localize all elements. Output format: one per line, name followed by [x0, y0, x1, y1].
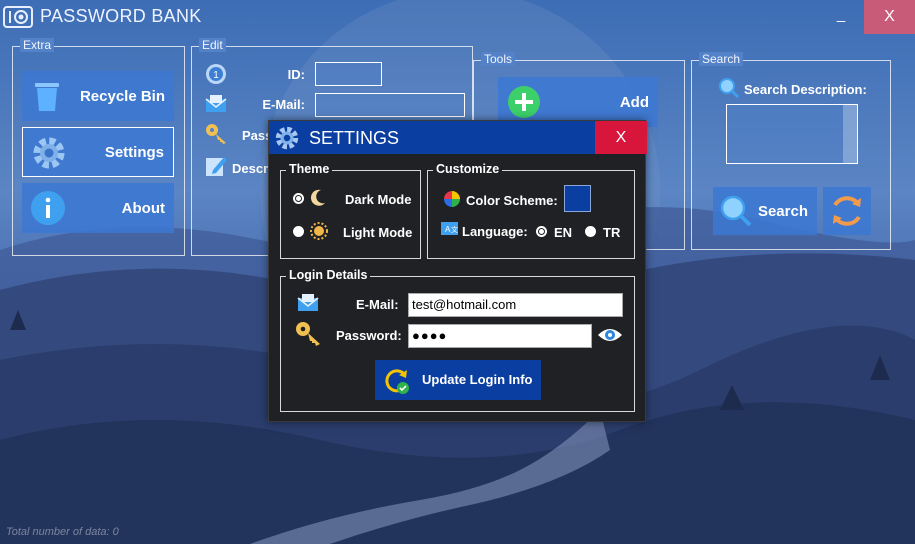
key-icon — [206, 124, 226, 144]
info-icon — [31, 191, 65, 225]
settings-title: SETTINGS — [309, 128, 400, 148]
color-scheme-swatch[interactable] — [564, 185, 591, 212]
total-count-status: Total number of data: 0 — [6, 526, 119, 538]
app-title: PASSWORD BANK — [40, 6, 202, 26]
search-button[interactable]: Search — [713, 187, 817, 235]
app-logo-icon — [3, 6, 33, 28]
dark-mode-label: Dark Mode — [345, 192, 412, 207]
extra-group: Extra Recycle Bin Settings About — [12, 38, 185, 256]
update-sync-icon — [385, 369, 409, 394]
search-group-title: Search — [699, 52, 744, 66]
minimize-button[interactable]: _ — [818, 0, 864, 34]
login-password-label: Password: — [336, 328, 402, 343]
description-label: Descri — [232, 161, 272, 176]
id-label: ID: — [287, 67, 305, 82]
trash-icon — [35, 83, 59, 111]
settings-gear-icon — [275, 126, 299, 150]
svg-text:文: 文 — [451, 225, 458, 234]
login-key-icon — [296, 322, 320, 346]
recycle-bin-label: Recycle Bin — [79, 87, 165, 105]
edit-group-title: Edit — [199, 38, 226, 52]
about-button[interactable]: About — [22, 183, 174, 233]
search-scrollbar[interactable] — [843, 105, 857, 163]
magnifier-icon — [720, 195, 752, 227]
customize-group: Customize Color Scheme: A 文 Language: EN… — [427, 162, 635, 259]
title-bar: PASSWORD BANK _ X — [0, 0, 915, 34]
theme-group-title: Theme — [286, 162, 333, 177]
language-icon: A 文 — [441, 222, 458, 235]
id-input[interactable] — [315, 62, 382, 86]
update-login-info-label: Update Login Info — [422, 372, 533, 387]
search-group: Search Search Description: Search — [691, 52, 891, 250]
moon-icon — [310, 189, 325, 206]
settings-titlebar: SETTINGS X — [269, 121, 647, 154]
email-input[interactable] — [315, 93, 465, 117]
login-password-input[interactable]: ●●●● — [408, 324, 592, 348]
login-email-input[interactable]: test@hotmail.com — [408, 293, 623, 317]
edit-note-icon — [206, 157, 227, 176]
extra-group-title: Extra — [20, 38, 55, 52]
app-window: PASSWORD BANK _ X Extra Recycle Bin Sett… — [0, 0, 915, 544]
plus-icon — [508, 86, 540, 118]
settings-button[interactable]: Settings — [22, 127, 174, 177]
login-email-label: E-Mail: — [356, 297, 399, 312]
show-password-eye-icon[interactable] — [597, 326, 623, 344]
settings-close-button[interactable]: X — [595, 121, 647, 154]
dark-mode-radio[interactable] — [293, 193, 304, 204]
light-mode-radio[interactable] — [293, 226, 304, 237]
search-description-input[interactable] — [726, 104, 858, 164]
close-button[interactable]: X — [864, 0, 915, 34]
gear-icon — [33, 137, 65, 169]
language-en-label: EN — [554, 225, 573, 240]
tools-group-title: Tools — [481, 52, 516, 66]
search-description-label: Search Description: — [744, 82, 867, 97]
refresh-icon — [833, 196, 861, 226]
language-tr-label: TR — [603, 225, 621, 240]
email-label: E-Mail: — [262, 97, 305, 112]
search-button-label: Search — [757, 202, 808, 220]
login-details-title: Login Details — [286, 268, 371, 283]
about-label: About — [121, 199, 165, 217]
update-login-info-button[interactable]: Update Login Info — [375, 360, 541, 400]
color-scheme-label: Color Scheme: — [466, 193, 558, 208]
language-label: Language: — [462, 224, 528, 239]
color-wheel-icon — [444, 191, 460, 207]
theme-group: Theme Dark Mode Light Mode — [280, 162, 421, 259]
light-mode-label: Light Mode — [343, 225, 413, 240]
add-label: Add — [619, 93, 649, 111]
recycle-bin-button[interactable]: Recycle Bin — [22, 71, 174, 121]
id-badge-icon: 1 — [206, 64, 226, 84]
search-icon — [719, 78, 740, 99]
login-email-icon — [297, 294, 319, 311]
sun-icon — [310, 222, 328, 240]
email-icon — [205, 95, 227, 112]
settings-label: Settings — [104, 143, 164, 161]
customize-group-title: Customize — [433, 162, 503, 177]
refresh-button[interactable] — [823, 187, 871, 235]
language-tr-radio[interactable] — [585, 226, 596, 237]
settings-dialog: SETTINGS X Theme Dark Mode Light Mode Cu… — [268, 120, 647, 422]
language-en-radio[interactable] — [536, 226, 547, 237]
svg-text:1: 1 — [213, 70, 219, 81]
